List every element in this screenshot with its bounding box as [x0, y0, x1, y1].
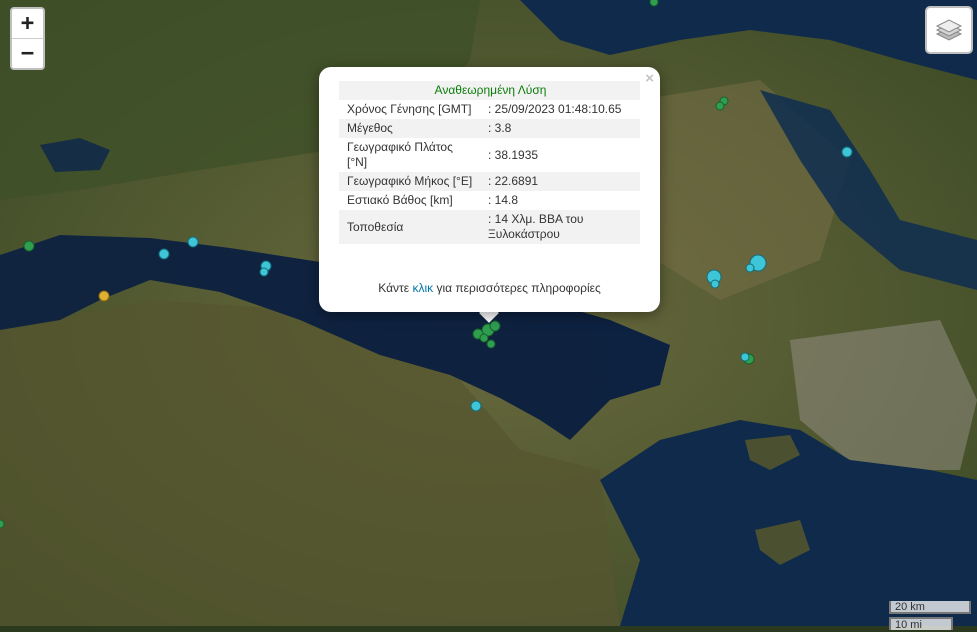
latitude-value: : 38.1935 — [488, 147, 539, 162]
earthquake-popup: × Αναθεωρημένη Λύση Χρόνος Γένησης [GMT]… — [319, 67, 660, 312]
quake-marker[interactable] — [489, 320, 501, 332]
more-info-suffix: για περισσότερες πληροφορίες — [433, 281, 601, 295]
depth-value: : 14.8 — [488, 193, 519, 207]
longitude-value: : 22.6891 — [480, 172, 640, 191]
quake-marker[interactable] — [158, 248, 170, 260]
magnitude-label: Μέγεθος — [339, 119, 480, 138]
location-label: Τοποθεσία — [339, 210, 480, 244]
quake-marker[interactable] — [259, 267, 269, 277]
layers-icon — [935, 19, 963, 41]
quake-marker[interactable] — [710, 279, 720, 289]
quake-marker[interactable] — [841, 146, 853, 158]
quake-marker[interactable] — [187, 236, 199, 248]
magnitude-value: : 3.8 — [480, 119, 640, 138]
quake-marker[interactable] — [98, 290, 110, 302]
quake-marker[interactable] — [0, 519, 5, 529]
quake-marker[interactable] — [745, 263, 755, 273]
quake-marker[interactable] — [470, 400, 482, 412]
zoom-control: + − — [10, 7, 45, 70]
quake-marker[interactable] — [486, 339, 496, 349]
more-info-link[interactable]: κλικ — [412, 281, 433, 295]
zoom-in-button[interactable]: + — [12, 9, 43, 38]
earthquake-details-table: Αναθεωρημένη Λύση Χρόνος Γένησης [GMT] :… — [339, 81, 640, 244]
quake-marker[interactable] — [23, 240, 35, 252]
more-info-prefix: Κάντε — [378, 281, 413, 295]
quake-marker[interactable] — [715, 101, 725, 111]
depth-label: Εστιακό Βάθος [km] — [347, 193, 453, 207]
more-info-line: Κάντε κλικ για περισσότερες πληροφορίες — [319, 281, 660, 295]
layers-button[interactable] — [925, 6, 973, 54]
scale-bar-metric: 20 km — [889, 601, 971, 614]
popup-title: Αναθεωρημένη Λύση — [339, 81, 640, 100]
zoom-out-button[interactable]: − — [12, 38, 43, 68]
longitude-label: Γεωγραφικό Μήκος [°E] — [339, 172, 480, 191]
scale-bar-imperial: 10 mi — [889, 617, 953, 631]
quake-marker[interactable] — [649, 0, 659, 7]
origin-time-value: : 25/09/2023 01:48:10.65 — [488, 102, 622, 116]
popup-close-button[interactable]: × — [645, 70, 654, 87]
origin-time-label: Χρόνος Γένησης [GMT] — [347, 102, 472, 116]
location-value: : 14 Χλμ. ΒΒΑ του Ξυλοκάστρου — [480, 210, 640, 244]
latitude-label: Γεωγραφικό Πλάτος [°N] — [347, 140, 453, 169]
quake-marker[interactable] — [479, 333, 489, 343]
quake-marker[interactable] — [740, 352, 750, 362]
